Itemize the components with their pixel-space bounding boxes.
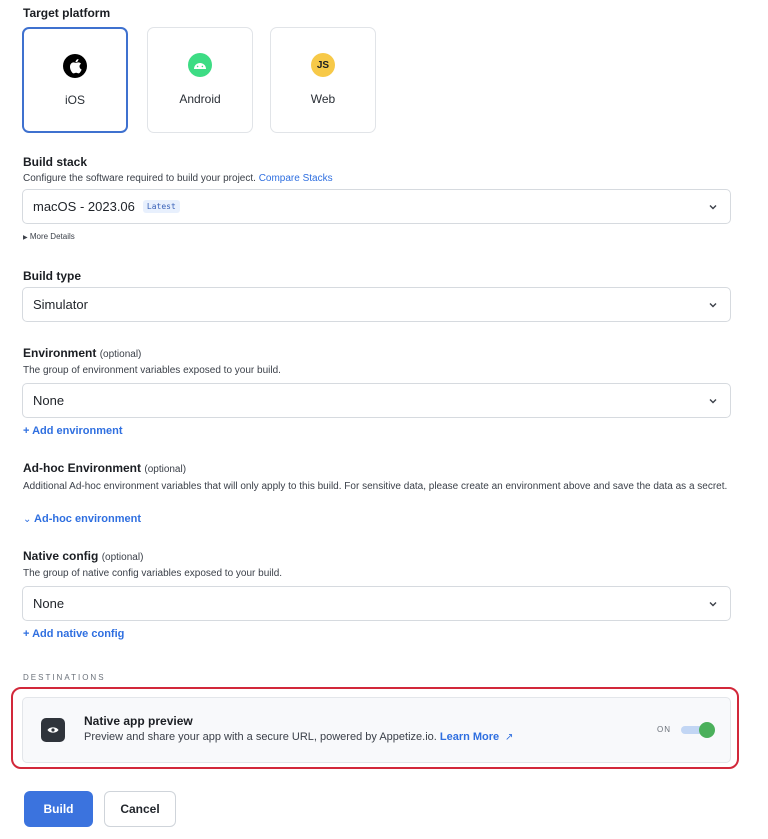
more-details-label: More Details: [29, 232, 75, 241]
environment-select[interactable]: None: [22, 383, 731, 418]
build-type-title: Build type: [23, 269, 82, 283]
chevron-down-icon: [709, 399, 717, 404]
build-stack-select[interactable]: macOS - 2023.06 Latest: [22, 189, 731, 224]
build-stack-value: macOS - 2023.06: [33, 199, 135, 214]
more-details-toggle[interactable]: ▶ More Details: [23, 232, 75, 241]
adhoc-environment-help: Additional Ad-hoc environment variables …: [23, 481, 728, 492]
build-button[interactable]: Build: [24, 791, 93, 827]
compare-stacks-link[interactable]: Compare Stacks: [259, 173, 333, 184]
build-stack-help-text: Configure the software required to build…: [23, 173, 256, 184]
adhoc-environment-title: Ad-hoc Environment (optional): [23, 461, 186, 475]
learn-more-link[interactable]: Learn More ↗: [440, 731, 514, 743]
android-icon: [188, 53, 212, 77]
caret-right-icon: ▶: [23, 235, 28, 241]
platform-label: Android: [179, 92, 221, 106]
add-environment-link[interactable]: + Add environment: [23, 425, 123, 437]
environment-title-text: Environment: [23, 346, 97, 360]
js-icon: JS: [311, 53, 335, 77]
platform-label: Web: [310, 92, 336, 106]
toggle-state-label: ON: [657, 725, 671, 734]
latest-badge: Latest: [142, 200, 180, 213]
native-config-help: The group of native config variables exp…: [23, 568, 283, 579]
build-type-select[interactable]: Simulator: [22, 287, 731, 322]
chevron-down-icon: [709, 205, 717, 210]
target-platform-title: Target platform: [23, 6, 111, 20]
chevron-down-icon: [709, 303, 717, 308]
eye-icon: [41, 718, 65, 742]
native-config-select[interactable]: None: [22, 586, 731, 621]
highlight-outline: [11, 687, 739, 769]
environment-value: None: [33, 393, 65, 408]
apple-icon: [63, 54, 87, 78]
environment-title: Environment (optional): [23, 346, 141, 360]
native-config-value: None: [33, 596, 65, 611]
cancel-button[interactable]: Cancel: [104, 791, 176, 827]
optional-label: (optional): [101, 552, 144, 563]
build-type-value: Simulator: [33, 297, 88, 312]
external-link-icon: ↗: [502, 732, 514, 743]
platform-option-web[interactable]: JS Web: [270, 27, 376, 133]
chevron-down-icon: [709, 602, 717, 607]
destinations-label: DESTINATIONS: [23, 673, 106, 682]
build-stack-help: Configure the software required to build…: [23, 173, 333, 185]
adhoc-environment-toggle[interactable]: ⌄ Ad-hoc environment: [23, 513, 141, 525]
native-app-preview-toggle[interactable]: [681, 722, 715, 738]
optional-label: (optional): [144, 464, 187, 475]
native-app-preview-description-text: Preview and share your app with a secure…: [84, 731, 437, 743]
adhoc-environment-toggle-label: Ad-hoc environment: [34, 513, 141, 525]
platform-option-ios[interactable]: iOS: [22, 27, 128, 133]
optional-label: (optional): [99, 349, 142, 360]
native-app-preview-description: Preview and share your app with a secure…: [84, 731, 513, 743]
toggle-knob: [699, 722, 715, 738]
native-app-preview-title: Native app preview: [84, 714, 193, 728]
learn-more-label: Learn More: [439, 731, 500, 743]
native-config-title: Native config (optional): [23, 549, 143, 563]
platform-option-android[interactable]: Android: [147, 27, 253, 133]
adhoc-environment-title-text: Ad-hoc Environment: [23, 461, 142, 475]
build-stack-title: Build stack: [23, 155, 88, 169]
chevron-down-icon: ⌄: [23, 514, 32, 525]
add-native-config-link[interactable]: + Add native config: [23, 628, 124, 640]
environment-help: The group of environment variables expos…: [23, 365, 281, 376]
platform-label: iOS: [64, 93, 85, 107]
native-config-title-text: Native config: [23, 549, 99, 563]
